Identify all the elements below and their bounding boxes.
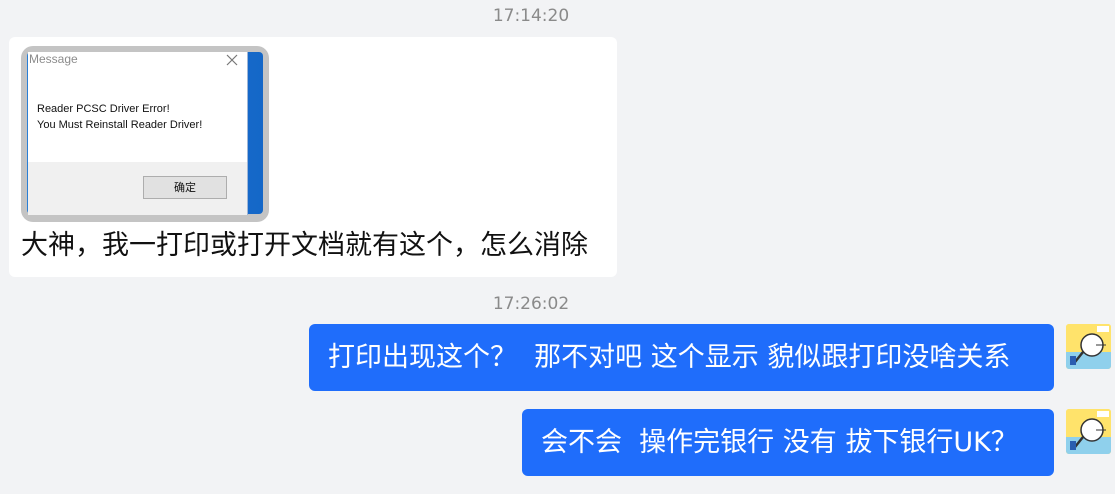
ok-button: 确定	[143, 176, 227, 199]
avatar-icon[interactable]	[1066, 409, 1111, 454]
close-icon	[226, 52, 240, 68]
avatar-icon[interactable]	[1066, 324, 1111, 369]
screenshot-image[interactable]: Message Reader PCSC Driver Error! You Mu…	[21, 46, 269, 222]
dialog-title: Message	[29, 52, 78, 66]
outgoing-message-text: 会不会 操作完银行 没有 拔下银行UK？	[541, 427, 1018, 458]
incoming-message-text: 大神，我一打印或打开文档就有这个，怎么消除	[21, 230, 588, 261]
outgoing-message-bubble[interactable]: 打印出现这个？ 那不对吧 这个显示 貌似跟打印没啥关系	[309, 324, 1054, 391]
dialog-message-line2: You Must Reinstall Reader Driver!	[37, 119, 203, 131]
timestamp: 17:14:20	[492, 6, 570, 26]
outgoing-message-bubble[interactable]: 会不会 操作完银行 没有 拔下银行UK？	[522, 409, 1054, 476]
timestamp: 17:26:02	[492, 294, 570, 314]
error-dialog: Message Reader PCSC Driver Error! You Mu…	[28, 52, 248, 215]
outgoing-message-text: 打印出现这个？ 那不对吧 这个显示 貌似跟打印没啥关系	[328, 342, 1011, 373]
incoming-message-bubble[interactable]: Message Reader PCSC Driver Error! You Mu…	[9, 37, 617, 277]
dialog-message-line1: Reader PCSC Driver Error!	[37, 103, 170, 115]
dialog-footer: 确定	[28, 162, 247, 215]
